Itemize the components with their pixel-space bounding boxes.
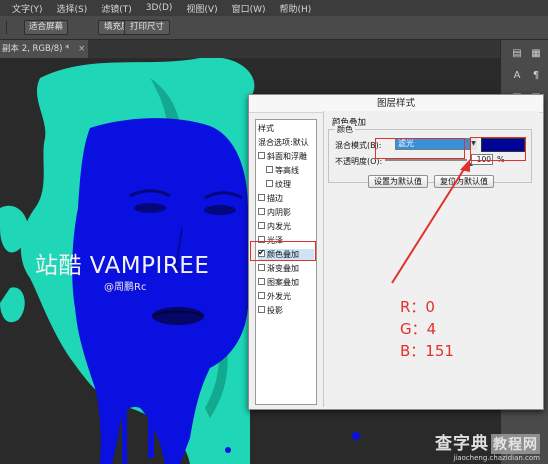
watermark: 查字典 教程网 jiaocheng.chazidian.com (435, 429, 540, 462)
annotation-arrow (391, 159, 470, 284)
watermark-main: 查字典 教程网 (435, 429, 540, 454)
rgb-b-value: B：151 (400, 342, 454, 360)
watermark-url: jiaocheng.chazidian.com (453, 454, 540, 462)
rgb-g-value: G：4 (400, 320, 437, 338)
watermark-main-left: 查字典 (435, 434, 489, 454)
rgb-annotation: R：0 G：4 B：151 (400, 296, 454, 362)
watermark-main-box: 教程网 (491, 434, 540, 454)
rgb-r-value: R：0 (400, 298, 435, 316)
